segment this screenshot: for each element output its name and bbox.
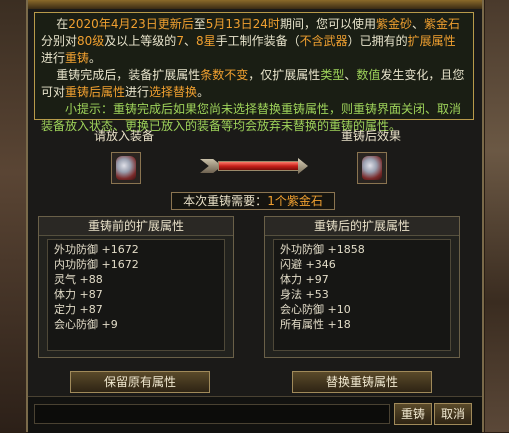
info-level: 80级: [77, 34, 105, 48]
info-star: 7: [176, 34, 184, 48]
info-text: ）已拥有的: [347, 34, 408, 48]
recast-window: 在2020年4月23日更新后至5月13日24时期间，您可以使用紫金砂、紫金石分别…: [26, 0, 484, 433]
arrow-icon: [200, 157, 308, 175]
info-text: 。: [89, 51, 102, 65]
equipment-input-slot[interactable]: [111, 152, 141, 184]
attr-row: 外功防御 +1858: [280, 243, 365, 256]
attr-row: 体力 +87: [54, 288, 103, 301]
info-exclusion: 不含武器: [299, 34, 348, 48]
info-type: 类型: [320, 68, 345, 82]
info-box: 在2020年4月23日更新后至5月13日24时期间，您可以使用紫金砂、紫金石分别…: [34, 12, 474, 133]
attr-row: 会心防御 +9: [54, 318, 118, 331]
attr-row: 外功防御 +1672: [54, 243, 139, 256]
scene-left: [0, 0, 28, 432]
info-text: 及以上等级的: [104, 34, 177, 48]
attr-row: 体力 +97: [280, 273, 329, 286]
info-text: 、: [411, 17, 424, 31]
attr-row: 内功防御 +1672: [54, 258, 139, 271]
gauntlet-icon: [116, 156, 136, 180]
info-text: 重铸完成后，装备扩展属性: [56, 68, 201, 82]
gauntlet-icon: [362, 156, 382, 180]
info-text: 期间，您可以使用: [279, 17, 376, 31]
before-attr-panel: 重铸前的扩展属性 外功防御 +1672 内功防御 +1672 灵气 +88 体力…: [38, 216, 234, 358]
info-paragraph-2: 重铸完成后，装备扩展属性条数不变，仅扩展属性类型、数值发生变化，且您可对重铸后属…: [41, 67, 467, 101]
replace-recast-button[interactable]: 替换重铸属性: [292, 371, 432, 393]
info-text: 。: [197, 85, 210, 99]
info-date-end: 5月13日24时: [205, 17, 280, 31]
info-paragraph-1: 在2020年4月23日更新后至5月13日24时期间，您可以使用紫金砂、紫金石分别…: [41, 16, 467, 67]
info-text: 进行: [125, 85, 150, 99]
info-after: 重铸后属性: [65, 85, 126, 99]
info-text: 分别对: [41, 34, 78, 48]
info-value: 数值: [356, 68, 381, 82]
after-attr-panel: 重铸后的扩展属性 外功防御 +1858 闪避 +346 体力 +97 身法 +5…: [264, 216, 460, 358]
after-attr-header: 重铸后的扩展属性: [265, 217, 459, 236]
info-text: 、: [183, 34, 196, 48]
scene-right: [485, 0, 509, 432]
info-text: 至: [193, 17, 206, 31]
info-attr: 扩展属性: [407, 34, 456, 48]
cancel-button[interactable]: 取消: [434, 403, 472, 425]
cost-value: 1个紫金石: [267, 194, 323, 208]
attr-row: 会心防御 +10: [280, 303, 351, 316]
info-text: 、: [344, 68, 357, 82]
attr-row: 所有属性 +18: [280, 318, 351, 331]
attr-row: 定力 +87: [54, 303, 103, 316]
before-attr-header: 重铸前的扩展属性: [39, 217, 233, 236]
cost-display: 本次重铸需要：1个紫金石: [171, 192, 335, 210]
info-count: 条数不变: [200, 68, 249, 82]
before-attr-list: 外功防御 +1672 内功防御 +1672 灵气 +88 体力 +87 定力 +…: [47, 239, 225, 351]
info-item-stone: 紫金石: [423, 17, 460, 31]
info-star: 8星: [195, 34, 216, 48]
keep-original-button[interactable]: 保留原有属性: [70, 371, 210, 393]
info-text: 在: [56, 17, 69, 31]
after-attr-list: 外功防御 +1858 闪避 +346 体力 +97 身法 +53 会心防御 +1…: [273, 239, 451, 351]
attr-row: 身法 +53: [280, 288, 329, 301]
cost-label: 本次重铸需要：: [183, 194, 268, 208]
result-slot-label: 重铸后效果: [341, 129, 402, 143]
equipment-result-slot[interactable]: [357, 152, 387, 184]
info-item-sand: 紫金砂: [375, 17, 412, 31]
message-field: [34, 404, 390, 424]
input-slot-label: 请放入装备: [94, 129, 155, 143]
info-choose: 选择替换: [149, 85, 198, 99]
info-text: 进行: [41, 51, 66, 65]
attr-row: 灵气 +88: [54, 273, 103, 286]
info-text: 手工制作装备（: [215, 34, 300, 48]
attr-row: 闪避 +346: [280, 258, 336, 271]
info-date-start: 2020年4月23日更新后: [68, 17, 194, 31]
title-bar: [28, 0, 482, 9]
info-text: ，仅扩展属性: [248, 68, 321, 82]
info-recast: 重铸: [65, 51, 90, 65]
recast-button[interactable]: 重铸: [394, 403, 432, 425]
